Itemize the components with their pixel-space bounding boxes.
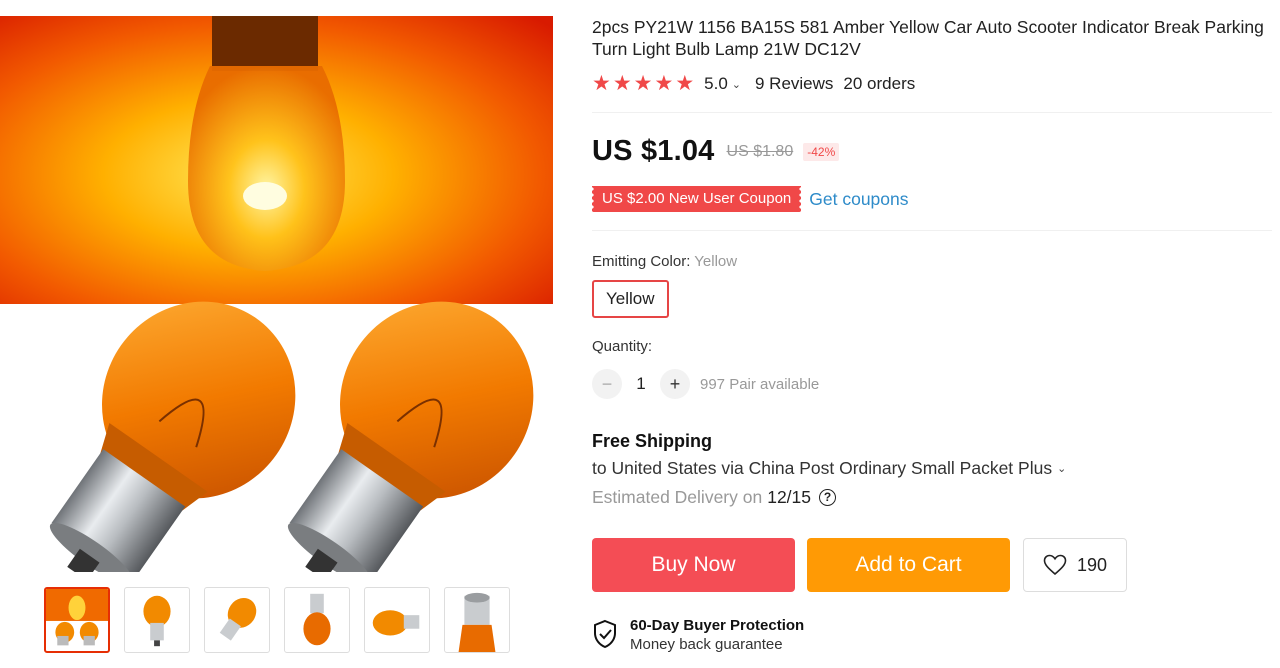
chevron-down-icon[interactable]: ⌄ <box>732 78 741 91</box>
heart-icon <box>1043 554 1067 576</box>
quantity-minus-button[interactable]: − <box>592 369 622 399</box>
divider <box>592 112 1272 113</box>
orders-count: 20 orders <box>843 74 916 93</box>
sku-property-label: Emitting Color: Yellow <box>592 253 1272 270</box>
star-icon: ★ <box>654 72 674 95</box>
product-title: 2pcs PY21W 1156 BA15S 581 Amber Yellow C… <box>592 17 1264 59</box>
star-icon: ★ <box>612 72 632 95</box>
sku-selected-value: Yellow <box>694 253 738 270</box>
help-circle-icon[interactable]: ? <box>819 489 837 506</box>
buyer-protection: 60-Day Buyer Protection Money back guara… <box>592 617 1272 653</box>
protection-subtitle: Money back guarantee <box>630 636 783 653</box>
action-buttons: Buy Now Add to Cart 190 <box>592 538 1272 592</box>
thumbnail-2[interactable] <box>124 587 190 653</box>
product-info: 2pcs PY21W 1156 BA15S 581 Amber Yellow C… <box>589 16 1272 653</box>
wishlist-button[interactable]: 190 <box>1023 538 1127 592</box>
shipping-method-text[interactable]: to United States via China Post Ordinary… <box>592 458 1052 479</box>
sku-option-yellow[interactable]: Yellow <box>592 280 669 318</box>
thumbnail-1[interactable] <box>44 587 110 653</box>
price-row: US $1.04 US $1.80 -42% <box>592 135 1272 168</box>
add-to-cart-button[interactable]: Add to Cart <box>807 538 1010 592</box>
wishlist-count: 190 <box>1076 554 1108 575</box>
reviews-link[interactable]: 9 Reviews <box>755 74 833 94</box>
star-icon: ★ <box>675 72 695 95</box>
star-icon: ★ <box>633 72 653 95</box>
quantity-plus-button[interactable]: + <box>660 369 690 399</box>
delivery-date: 12/15 <box>767 487 812 507</box>
rating-row: ★ ★ ★ ★ ★ 5.0 ⌄ 9 Reviews 20 orders <box>592 72 1272 95</box>
protection-title: 60-Day Buyer Protection <box>630 617 805 634</box>
quantity-stepper: − 1 + 997 Pair available <box>592 369 1272 399</box>
thumbnail-6[interactable] <box>444 587 510 653</box>
product-gallery <box>0 0 560 668</box>
chevron-down-icon[interactable]: ⌄ <box>1057 462 1066 475</box>
coupon-row: US $2.00 New User Coupon Get coupons <box>589 186 1272 212</box>
rating-value[interactable]: 5.0 <box>704 74 728 94</box>
discount-badge: -42% <box>803 142 840 161</box>
star-icon: ★ <box>592 72 611 95</box>
main-product-image[interactable] <box>0 16 556 572</box>
thumbnail-3[interactable] <box>204 587 270 653</box>
sku-label-text: Emitting Color: <box>592 253 695 270</box>
thumbnail-strip <box>44 587 510 653</box>
current-price: US $1.04 <box>592 135 715 167</box>
quantity-label: Quantity: <box>592 338 653 355</box>
buy-now-button[interactable]: Buy Now <box>592 538 795 592</box>
delivery-label: Estimated Delivery on <box>592 487 763 507</box>
shipping-method[interactable]: to United States via China Post Ordinary… <box>592 458 1272 479</box>
quantity-input[interactable]: 1 <box>622 374 660 394</box>
new-user-coupon[interactable]: US $2.00 New User Coupon <box>589 186 804 212</box>
thumbnail-5[interactable] <box>364 587 430 653</box>
thumbnail-4[interactable] <box>284 587 350 653</box>
estimated-delivery: Estimated Delivery on 12/15 ? <box>592 487 1272 508</box>
divider <box>592 230 1272 231</box>
stock-available: 997 Pair available <box>700 375 820 393</box>
rating-stars: ★ ★ ★ ★ ★ <box>592 72 695 95</box>
get-coupons-link[interactable]: Get coupons <box>809 189 908 210</box>
shield-check-icon <box>594 619 616 649</box>
shipping-title: Free Shipping <box>592 431 713 451</box>
original-price: US $1.80 <box>726 142 794 160</box>
